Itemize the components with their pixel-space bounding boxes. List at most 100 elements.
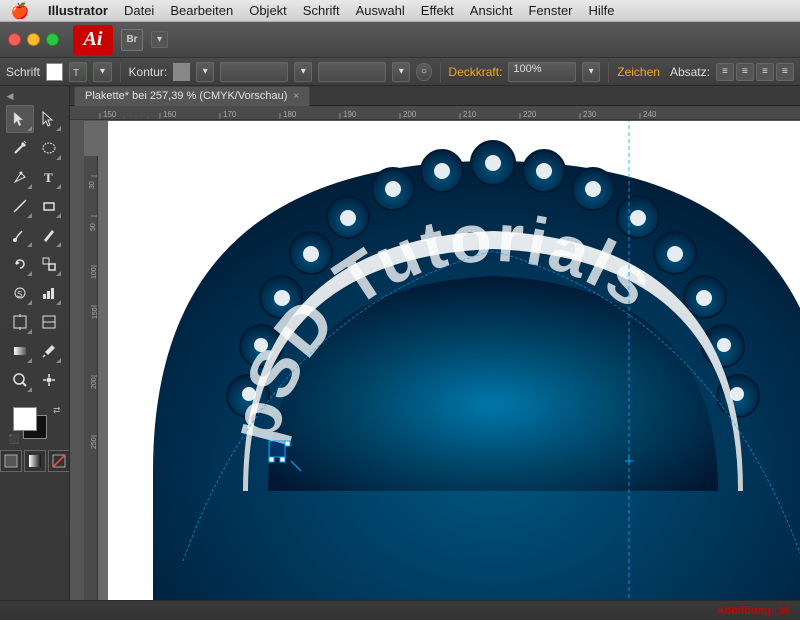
svg-text:100: 100 (91, 267, 98, 279)
kontur-extra-input[interactable] (318, 62, 386, 82)
status-text: Abbildung: 36 (717, 605, 790, 617)
tool-row-6 (6, 250, 63, 278)
text-color-swatch[interactable] (46, 63, 63, 81)
menu-schrift[interactable]: Schrift (295, 0, 348, 22)
kontur-swatch[interactable] (173, 63, 190, 81)
document-tab-close[interactable]: × (293, 91, 299, 102)
minimize-button[interactable] (27, 33, 40, 46)
toolbar: ◀ (0, 86, 70, 600)
solid-color-button[interactable] (0, 450, 22, 472)
graph-tool-button[interactable] (35, 279, 63, 307)
dropdown-arrow[interactable]: ▾ (93, 62, 111, 82)
statusbar: Abbildung: 36 (0, 600, 800, 620)
svg-text:240: 240 (643, 110, 657, 119)
symbol-tool-button[interactable]: S (6, 279, 34, 307)
rotate-tool-button[interactable] (6, 250, 34, 278)
svg-text:180: 180 (283, 110, 297, 119)
svg-text:220: 220 (523, 110, 537, 119)
svg-text:S: S (17, 290, 22, 299)
tool-row-5 (6, 221, 63, 249)
titlebar: Ai Br ▾ (0, 22, 800, 58)
menu-bearbeiten[interactable]: Bearbeiten (162, 0, 241, 22)
svg-text:230: 230 (583, 110, 597, 119)
tool-row-4 (6, 192, 63, 220)
tool-row-1 (6, 105, 63, 133)
bridge-icon[interactable]: Br (121, 29, 143, 51)
menu-fenster[interactable]: Fenster (520, 0, 580, 22)
gradient-mode-button[interactable] (24, 450, 46, 472)
none-color-button[interactable] (48, 450, 70, 472)
tab-bar: Plakette* bei 257,39 % (CMYK/Vorschau) × (70, 86, 800, 106)
svg-text:150: 150 (103, 110, 117, 119)
pan-tool-button[interactable] (35, 366, 63, 394)
artboard[interactable]: 30 50 100 150 200 250 (84, 121, 800, 600)
pen-tool-button[interactable] (6, 163, 34, 191)
zeichen-label[interactable]: Zeichen (617, 65, 660, 79)
svg-text:250: 250 (91, 437, 98, 449)
menu-ansicht[interactable]: Ansicht (462, 0, 521, 22)
document-tab[interactable]: Plakette* bei 257,39 % (CMYK/Vorschau) × (74, 86, 310, 106)
tool-row-9 (6, 337, 63, 365)
circle-button[interactable]: ○ (416, 63, 431, 81)
menu-objekt[interactable]: Objekt (241, 0, 295, 22)
menu-datei[interactable]: Datei (116, 0, 162, 22)
swap-colors-button[interactable]: ⇄ (53, 405, 61, 416)
menu-hilfe[interactable]: Hilfe (581, 0, 623, 22)
scale-tool-button[interactable] (35, 250, 63, 278)
paintbrush-tool-button[interactable] (6, 221, 34, 249)
artboard-tool-button[interactable] (6, 308, 34, 336)
zoom-tool-button[interactable] (6, 366, 34, 394)
default-colors-button[interactable]: ⬛ (9, 434, 20, 445)
type-tool-button[interactable]: T (35, 163, 63, 191)
direct-selection-tool-button[interactable] (35, 105, 63, 133)
tool-row-10 (6, 366, 63, 394)
kontur-extra-dropdown[interactable]: ▾ (392, 62, 410, 82)
svg-text:190: 190 (343, 110, 357, 119)
svg-text:T: T (44, 170, 53, 185)
gradient-tool-button[interactable] (6, 337, 34, 365)
magic-wand-tool-button[interactable] (6, 134, 34, 162)
schrift-label: Schrift (6, 65, 40, 79)
kontur-style-button[interactable]: ▾ (196, 62, 214, 82)
app-logo: Ai (73, 25, 113, 55)
maximize-button[interactable] (46, 33, 59, 46)
menu-illustrator[interactable]: Illustrator (40, 0, 116, 22)
foreground-color-swatch[interactable] (13, 407, 37, 431)
vertical-ruler: 30 50 100 150 200 250 (84, 156, 98, 600)
kontur-value-input[interactable] (220, 62, 288, 82)
absatz-label: Absatz: (670, 65, 710, 79)
canvas-area[interactable]: Plakette* bei 257,39 % (CMYK/Vorschau) ×… (70, 86, 800, 600)
horizontal-ruler: 150 160 170 180 190 200 210 220 (70, 106, 800, 120)
svg-text:170: 170 (223, 110, 237, 119)
color-swatches: ⇄ ⬛ (7, 403, 63, 447)
line-tool-button[interactable] (6, 192, 34, 220)
svg-text:210: 210 (463, 110, 477, 119)
document-tab-title: Plakette* bei 257,39 % (CMYK/Vorschau) (85, 90, 287, 102)
align-left-button[interactable]: ≡ (716, 63, 734, 81)
view-toggle-button[interactable]: ▾ (151, 31, 168, 48)
align-center-button[interactable]: ≡ (736, 63, 754, 81)
close-button[interactable] (8, 33, 21, 46)
lasso-tool-button[interactable] (35, 134, 63, 162)
shape-tool-button[interactable] (35, 192, 63, 220)
optionsbar: Schrift T ▾ Kontur: ▾ ▾ ▾ ○ Deckkraft: 1… (0, 58, 800, 86)
pencil-tool-button[interactable] (35, 221, 63, 249)
align-justify-button[interactable]: ≡ (776, 63, 794, 81)
character-style-button[interactable]: T (69, 62, 87, 82)
tool-row-8 (6, 308, 63, 336)
apple-menu[interactable]: 🍎 (0, 2, 40, 20)
eyedropper-tool-button[interactable] (35, 337, 63, 365)
slice-tool-button[interactable] (35, 308, 63, 336)
menu-effekt[interactable]: Effekt (413, 0, 462, 22)
deckkraft-dropdown[interactable]: ▾ (582, 62, 600, 82)
separator-3 (608, 62, 609, 82)
kontur-dropdown[interactable]: ▾ (294, 62, 312, 82)
menu-auswahl[interactable]: Auswahl (348, 0, 413, 22)
separator-2 (440, 62, 441, 82)
menubar: 🍎 Illustrator Datei Bearbeiten Objekt Sc… (0, 0, 800, 22)
align-right-button[interactable]: ≡ (756, 63, 774, 81)
selection-tool-button[interactable] (6, 105, 34, 133)
deckkraft-input[interactable]: 100% (508, 62, 576, 82)
svg-text:200: 200 (403, 110, 417, 119)
deckkraft-label: Deckkraft: (448, 65, 502, 79)
